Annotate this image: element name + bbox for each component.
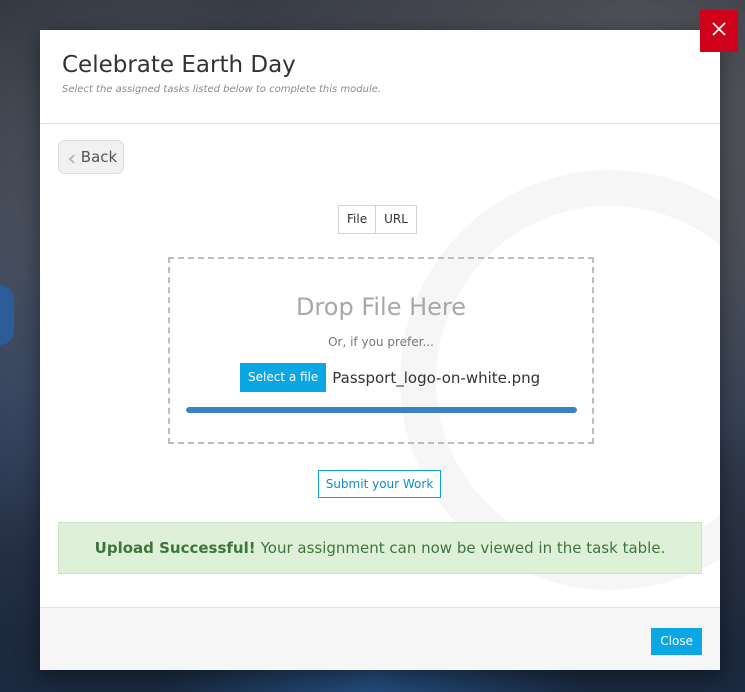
submit-work-button[interactable]: Submit your Work [318, 470, 441, 498]
close-icon [711, 21, 727, 41]
close-button[interactable]: Close [651, 628, 702, 655]
back-button[interactable]: Back [58, 140, 124, 174]
alert-strong-text: Upload Successful! [94, 539, 256, 557]
tab-file[interactable]: File [339, 206, 375, 233]
alert-message: Your assignment can now be viewed in the… [260, 539, 666, 557]
close-x-button[interactable] [700, 10, 738, 52]
task-modal: Celebrate Earth Day Select the assigned … [40, 30, 720, 670]
select-file-button[interactable]: Select a file [240, 363, 327, 392]
selected-file-name: Passport_logo-on-white.png [332, 368, 541, 387]
success-alert: Upload Successful! Your assignment can n… [58, 522, 702, 574]
file-select-row: Select a file Passport_logo-on-white.png [240, 363, 540, 392]
dropzone-title: Drop File Here [295, 293, 467, 321]
upload-progress-bar [186, 407, 577, 413]
upload-type-tabs: File URL [338, 205, 417, 234]
file-dropzone[interactable]: Drop File Here Or, if you prefer... Sele… [168, 257, 594, 444]
modal-title: Celebrate Earth Day [62, 52, 296, 78]
dropzone-subtitle: Or, if you prefer... [328, 335, 434, 349]
backdrop-decoration [0, 285, 14, 345]
tab-url[interactable]: URL [375, 206, 416, 233]
chevron-left-icon [65, 151, 77, 164]
upload-progress-fill [186, 407, 577, 413]
modal-header: Celebrate Earth Day Select the assigned … [40, 30, 720, 124]
modal-footer: Close [40, 607, 720, 670]
modal-subtitle: Select the assigned tasks listed below t… [62, 84, 382, 95]
back-button-label: Back [80, 148, 118, 166]
